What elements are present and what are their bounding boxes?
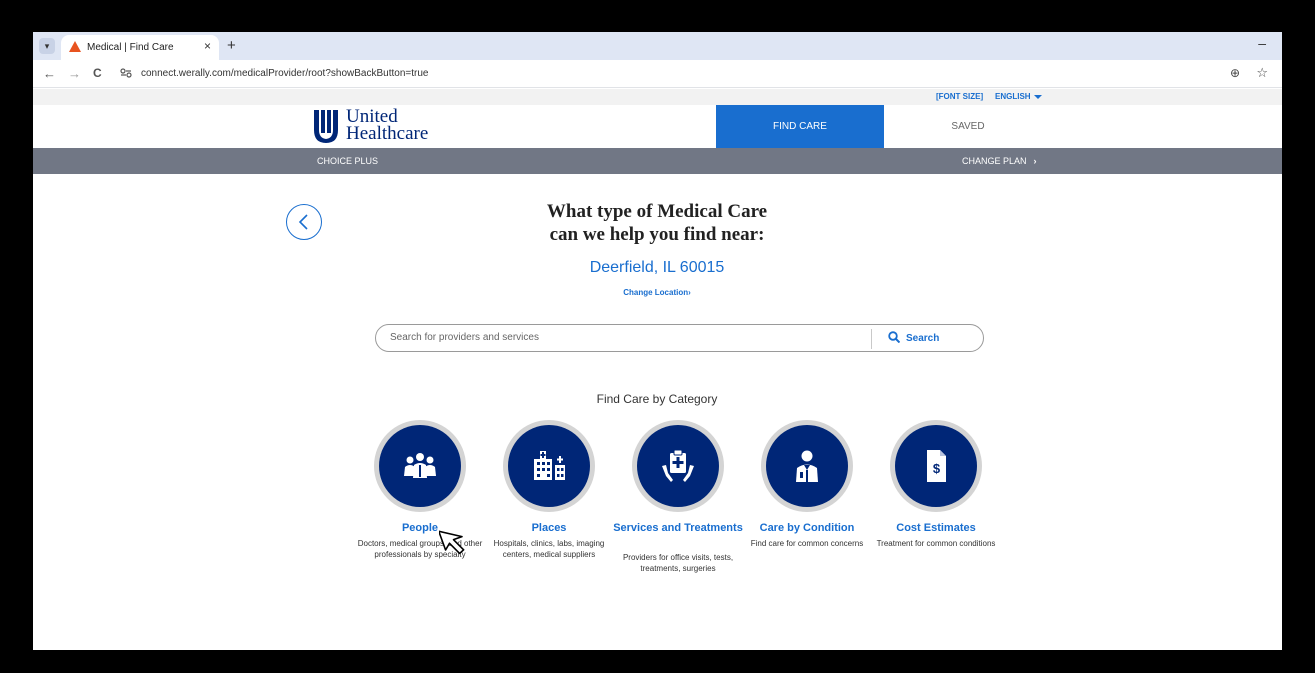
browser-toolbar: ← → C connect.werally.com/medicalProvide… <box>33 60 1282 88</box>
close-tab-icon[interactable]: × <box>204 39 211 53</box>
svg-text:$: $ <box>933 461 941 476</box>
chevron-right-icon: › <box>688 288 691 297</box>
reload-icon[interactable]: C <box>93 66 102 80</box>
nav-find-care[interactable]: FIND CARE <box>716 105 884 148</box>
category-people-button[interactable] <box>374 420 466 512</box>
uhc-logo-icon[interactable] <box>313 108 339 149</box>
change-plan-label: CHANGE PLAN <box>962 156 1027 166</box>
people-icon <box>404 453 436 478</box>
back-button[interactable] <box>286 204 322 240</box>
tab-title: Medical | Find Care <box>87 42 174 53</box>
plan-name: CHOICE PLUS <box>317 156 379 166</box>
browser-tab[interactable]: Medical | Find Care × <box>61 35 219 60</box>
bookmark-star-icon[interactable]: ☆ <box>1256 65 1268 81</box>
mouse-cursor-icon <box>439 530 465 555</box>
language-label: ENGLISH <box>995 92 1031 101</box>
category-services-label[interactable]: Services and Treatments <box>613 522 743 535</box>
address-bar[interactable]: connect.werally.com/medicalProvider/root… <box>141 68 428 79</box>
caret-down-icon <box>1033 94 1042 99</box>
current-location: Deerfield, IL 60015 <box>589 259 725 276</box>
tab-search-icon[interactable]: ▾ <box>39 38 55 54</box>
site-favicon-icon <box>69 41 81 52</box>
zoom-icon[interactable]: ⊕ <box>1230 66 1240 80</box>
category-circle <box>637 425 719 507</box>
site-header: United Healthcare FIND CARE SAVED <box>33 105 1282 148</box>
category-circle: $ <box>895 425 977 507</box>
search-input[interactable] <box>390 332 860 343</box>
site-info-icon[interactable] <box>120 68 132 80</box>
category-places-description: Hospitals, clinics, labs, imaging center… <box>493 539 605 559</box>
search-button-label: Search <box>906 333 940 344</box>
category-services-button[interactable] <box>632 420 724 512</box>
category-services-description: Providers for office visits, tests, trea… <box>622 553 734 573</box>
category-places-label[interactable]: Places <box>484 522 614 535</box>
change-plan-link[interactable]: CHANGE PLAN › <box>962 156 1037 166</box>
brand-name[interactable]: United Healthcare <box>346 107 429 144</box>
doctor-icon <box>796 450 818 482</box>
plan-bar: CHOICE PLUS CHANGE PLAN › <box>33 148 1282 174</box>
utility-bar: [FONT SIZE] ENGLISH <box>33 89 1282 105</box>
brand-line-2: Healthcare <box>346 123 429 144</box>
category-circle <box>379 425 461 507</box>
hospital-icon <box>534 451 565 480</box>
minimize-icon[interactable]: – <box>1258 35 1266 51</box>
category-cost-button[interactable]: $ <box>890 420 982 512</box>
search-icon <box>888 331 901 344</box>
new-tab-icon[interactable]: + <box>227 37 236 54</box>
font-size-link[interactable]: [FONT SIZE] <box>936 92 983 101</box>
dollar-document-icon: $ <box>927 450 946 482</box>
chevron-right-icon: › <box>1033 156 1037 166</box>
page-title-line-1: What type of Medical Care <box>546 201 768 222</box>
category-condition-label[interactable]: Care by Condition <box>742 522 872 535</box>
category-cost-label[interactable]: Cost Estimates <box>871 522 1001 535</box>
change-location-label: Change Location <box>623 288 689 297</box>
chevron-left-icon <box>298 214 308 230</box>
nav-saved[interactable]: SAVED <box>884 105 1052 148</box>
back-arrow-icon[interactable]: ← <box>43 66 56 81</box>
category-circle <box>766 425 848 507</box>
clipboard-hands-icon <box>662 449 694 482</box>
search-divider <box>871 329 872 349</box>
category-cost-description: Treatment for common conditions <box>876 539 996 548</box>
category-heading: Find Care by Category <box>596 392 718 406</box>
page-title: What type of Medical Care can we help yo… <box>507 200 807 246</box>
browser-window: ▾ Medical | Find Care × + – ← → C connec… <box>33 32 1282 650</box>
category-condition-button[interactable] <box>761 420 853 512</box>
category-circle <box>508 425 590 507</box>
change-location-link[interactable]: Change Location› <box>507 288 807 297</box>
language-selector[interactable]: ENGLISH <box>995 92 1042 101</box>
search-button[interactable]: Search <box>888 331 939 344</box>
forward-arrow-icon[interactable]: → <box>68 66 81 81</box>
page-title-line-2: can we help you find near: <box>549 224 765 245</box>
category-condition-description: Find care for common concerns <box>750 539 864 548</box>
category-places-button[interactable] <box>503 420 595 512</box>
tab-bar: ▾ Medical | Find Care × + – <box>33 32 1282 60</box>
search-bar: Search <box>375 324 984 352</box>
